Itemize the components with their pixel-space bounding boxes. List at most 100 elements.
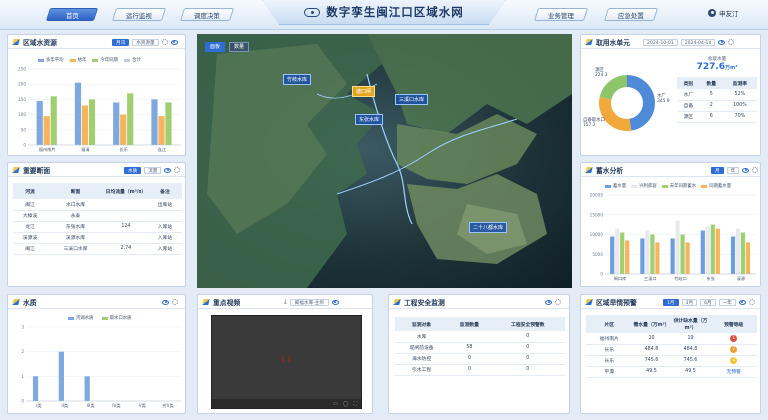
table-row[interactable]: 溪源溪 溪源水库 入库站	[13, 232, 182, 244]
table-row[interactable]: 引水工程 0 0	[395, 364, 565, 376]
settings-icon[interactable]	[161, 39, 168, 45]
settings-icon[interactable]	[172, 299, 178, 305]
toggle-1-year[interactable]: 一年	[718, 298, 736, 306]
bar[interactable]	[680, 234, 685, 275]
bar[interactable]	[640, 238, 645, 274]
bar[interactable]	[675, 220, 680, 274]
bar[interactable]	[50, 96, 57, 145]
toggle-3-month[interactable]: 3月	[681, 298, 698, 306]
eye-icon[interactable]	[170, 39, 178, 45]
eye-icon[interactable]	[164, 167, 172, 173]
bar[interactable]	[58, 351, 64, 401]
table-row[interactable]: 大樟溪 永泰	[13, 210, 182, 222]
bar[interactable]	[650, 234, 655, 275]
toggle-1-month[interactable]: 1月	[663, 298, 679, 306]
bar[interactable]	[745, 242, 751, 274]
pie-slice[interactable]	[599, 75, 627, 100]
settings-icon[interactable]	[752, 167, 759, 173]
bar[interactable]	[625, 240, 630, 274]
bar[interactable]	[32, 376, 39, 401]
toggle-6-month[interactable]: 6月	[700, 298, 716, 306]
pie-slice[interactable]	[627, 75, 655, 131]
bar[interactable]	[74, 82, 82, 145]
video-player[interactable]: ▭ ◯ ⛶	[211, 315, 362, 409]
map-label-28du[interactable]: 二十八都水库	[469, 222, 508, 233]
toggle-water-volume[interactable]: 水资源量	[132, 38, 159, 46]
download-icon[interactable]: ⤓	[284, 298, 287, 306]
bar[interactable]	[151, 99, 158, 145]
bar[interactable]	[84, 376, 90, 401]
table-row[interactable]: 闽江 水口水库 出库站	[13, 199, 182, 211]
settings-icon[interactable]	[728, 39, 735, 45]
record-icon[interactable]: ◯	[343, 401, 349, 407]
table-row[interactable]: 海水防控 0 0	[395, 353, 565, 365]
toggle-flow[interactable]: 流量	[144, 166, 162, 174]
toggle-year[interactable]: 年	[726, 166, 740, 174]
bar[interactable]	[700, 230, 705, 274]
map-tab-count[interactable]: 数量	[229, 42, 250, 52]
fullscreen-icon[interactable]: ⛶	[353, 401, 357, 407]
bar[interactable]	[740, 232, 746, 274]
video-source-select[interactable]: 闽福水库-主坝	[289, 298, 329, 306]
eye-icon[interactable]	[162, 299, 169, 305]
settings-icon[interactable]	[174, 167, 181, 173]
toggle-quality[interactable]: 水质	[124, 166, 142, 174]
bar[interactable]	[705, 226, 710, 274]
bar[interactable]	[620, 232, 625, 274]
bar[interactable]	[120, 114, 127, 145]
map-label-sanxikou[interactable]: 三溪口水库	[395, 94, 429, 105]
toggle-month[interactable]: 月	[711, 166, 724, 174]
bar[interactable]	[655, 242, 660, 274]
table-row[interactable]: 福州南片 20 19 1	[586, 333, 757, 345]
screenshot-icon[interactable]: ▭	[333, 401, 338, 407]
toggle-flood-month[interactable]: 月汛	[112, 38, 130, 46]
settings-icon[interactable]	[555, 299, 561, 305]
bar[interactable]	[615, 228, 620, 274]
nav-monitor-button[interactable]: 运行监视	[111, 8, 167, 21]
table-row[interactable]: 自备 2 100%	[677, 100, 757, 112]
map-view[interactable]: 面板 数量 竹岐水库 塘口闸 三溪口水库 东张水库 二十八都水库	[197, 34, 572, 288]
bar[interactable]	[710, 224, 715, 274]
bar[interactable]	[113, 102, 120, 145]
eye-icon[interactable]	[545, 299, 552, 305]
bar[interactable]	[735, 228, 741, 274]
bar[interactable]	[730, 236, 736, 274]
user-menu[interactable]: 申友汀	[708, 8, 739, 18]
bar[interactable]	[685, 242, 690, 274]
date-from-input[interactable]: 2024-10-01	[643, 38, 678, 46]
eye-icon[interactable]	[742, 167, 750, 173]
eye-icon[interactable]	[331, 299, 339, 305]
bar[interactable]	[81, 105, 89, 145]
bar[interactable]	[165, 102, 172, 145]
eye-icon[interactable]	[718, 39, 726, 45]
settings-icon[interactable]	[748, 299, 755, 305]
table-row[interactable]: 堤闸前设备 58 0	[395, 342, 565, 354]
table-row[interactable]: 平潭 49.5 49.5 无预警	[586, 366, 757, 378]
table-row[interactable]: 水厂 5 52%	[677, 89, 757, 101]
bar[interactable]	[645, 230, 650, 274]
eye-icon[interactable]	[738, 299, 746, 305]
bar[interactable]	[670, 238, 675, 274]
bar[interactable]	[158, 116, 165, 145]
bar[interactable]	[715, 228, 720, 274]
nav-dispatch-button[interactable]: 调度决策	[179, 8, 235, 21]
table-row[interactable]: 长乐 484.8 484.8 2	[586, 344, 757, 356]
map-label-dongzhang[interactable]: 东张水库	[355, 114, 384, 125]
table-row[interactable]: 龙江 东张水库 124 入库站	[13, 221, 182, 233]
bar[interactable]	[127, 93, 134, 145]
table-row[interactable]: 源区 6 70%	[677, 111, 757, 123]
nav-business-button[interactable]: 业务管理	[533, 8, 589, 21]
bar[interactable]	[610, 236, 615, 274]
map-label-zhuqi[interactable]: 竹岐水库	[283, 74, 312, 85]
table-row[interactable]: 长乐 745.6 745.6 3	[586, 355, 757, 367]
table-row[interactable]: 水库 0	[395, 331, 565, 343]
date-to-input[interactable]: 2024-04-14	[680, 38, 716, 46]
bar[interactable]	[43, 116, 50, 145]
bar[interactable]	[36, 100, 43, 145]
nav-home-button[interactable]: 首页	[45, 8, 99, 21]
table-row[interactable]: 闽江 三溪口水库 2.74 入库站	[13, 243, 182, 255]
map-tab-panel[interactable]: 面板	[205, 42, 226, 52]
pie-slice[interactable]	[599, 97, 632, 131]
nav-emergency-button[interactable]: 应急处置	[603, 8, 659, 21]
map-label-tangkou[interactable]: 塘口闸	[352, 86, 376, 97]
